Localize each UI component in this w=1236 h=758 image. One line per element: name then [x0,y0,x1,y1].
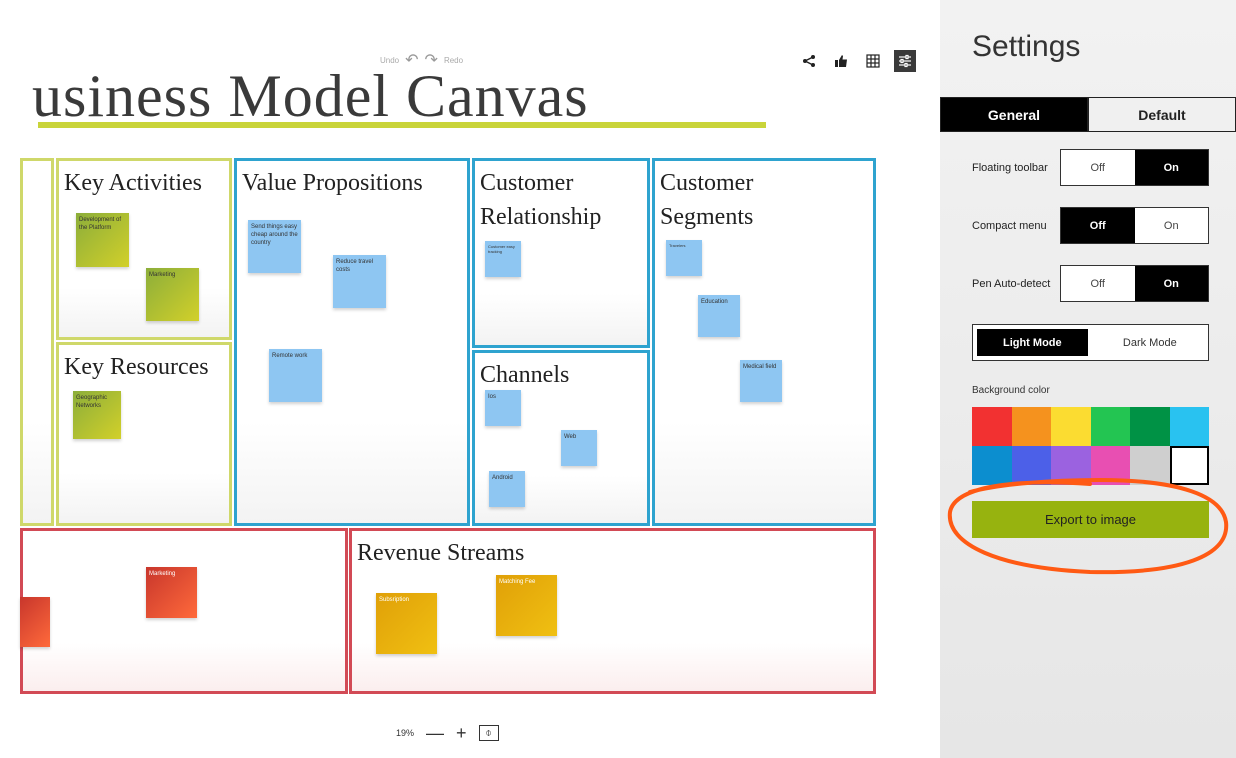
sticky-note[interactable]: Android [489,471,525,507]
zoom-out-button[interactable]: — [426,724,444,742]
sticky-note[interactable]: Reduce travel costs [333,255,386,308]
color-swatch[interactable] [1051,407,1091,446]
color-swatch[interactable] [1169,407,1209,446]
sticky-note[interactable]: Geographic Networks [73,391,121,439]
grid-icon[interactable] [862,50,884,72]
compact-menu-row: Compact menu Off On [972,207,1209,244]
color-swatch[interactable] [1130,407,1170,446]
sticky-note[interactable]: Marketing [146,268,199,321]
pen-auto-detect-label: Pen Auto-detect [972,277,1051,290]
tab-default[interactable]: Default [1088,97,1236,131]
floating-toolbar-row: Floating toolbar Off On [972,149,1209,186]
sticky-note[interactable]: Education [698,295,740,337]
block-key-partners[interactable] [20,158,54,526]
sticky-note[interactable]: Ios [485,390,521,426]
compact-menu-on[interactable]: On [1135,208,1209,243]
background-color-swatches [972,407,1209,485]
thumbs-up-icon[interactable] [830,50,852,72]
color-swatch[interactable] [1011,407,1051,446]
fit-to-screen-button[interactable]: ⌽ [478,725,499,741]
share-icon[interactable] [798,50,820,72]
color-swatch[interactable] [972,407,1012,446]
color-swatch[interactable] [1169,446,1209,485]
block-customer-segments[interactable]: Customer Segments [652,158,876,526]
settings-title: Settings [972,30,1081,63]
top-right-toolbar [798,50,916,72]
sticky-note[interactable]: Marketing [146,567,197,618]
color-swatch[interactable] [1130,446,1170,485]
sticky-note[interactable]: Travelers [666,240,702,276]
settings-sliders-icon[interactable] [894,50,916,72]
color-swatch[interactable] [1090,407,1130,446]
floating-toolbar-on[interactable]: On [1134,150,1208,185]
sticky-note[interactable] [20,597,50,647]
sticky-note[interactable]: Subsription [376,593,437,654]
sticky-note[interactable]: Medical field [740,360,782,402]
block-title: Revenue Streams [357,540,525,566]
title-underline [38,122,766,128]
sticky-note[interactable]: Remote work [269,349,322,402]
compact-menu-label: Compact menu [972,219,1047,232]
undo-label: Undo [380,55,400,65]
board-title: usiness Model Canvas [32,63,589,129]
block-value-propositions[interactable]: Value Propositions [234,158,470,526]
undo-redo-toolbar: Undo ↶ ↷ Redo [380,50,463,70]
pen-auto-detect-on[interactable]: On [1134,266,1208,301]
board-canvas[interactable]: usiness Model Canvas Undo ↶ ↷ Redo Key A… [0,0,940,758]
color-swatch[interactable] [1090,446,1130,485]
pen-auto-detect-row: Pen Auto-detect Off On [972,265,1209,302]
tab-general[interactable]: General [940,97,1088,131]
block-title: Customer Relationship [480,170,602,230]
floating-toolbar-label: Floating toolbar [972,161,1048,174]
block-title: Value Propositions [242,170,423,196]
theme-mode-toggle: Light Mode Dark Mode [972,324,1209,361]
sticky-note[interactable]: Web [561,430,597,466]
zoom-controls: 19% — + ⌽ [396,724,499,742]
block-title: Key Activities [64,170,202,196]
sticky-note[interactable]: Customer easy tracking [485,241,521,277]
pen-auto-detect-toggle: Off On [1060,265,1209,302]
floating-toolbar-toggle: Off On [1060,149,1209,186]
settings-tabs: General Default [940,97,1236,132]
redo-icon[interactable]: ↷ [425,50,438,70]
redo-label: Redo [443,55,464,65]
undo-icon[interactable]: ↶ [405,50,418,70]
background-color-label: Background color [972,385,1050,396]
color-swatch[interactable] [1011,446,1051,485]
color-swatch[interactable] [972,446,1012,485]
sticky-note[interactable]: Matching Fee [496,575,557,636]
color-swatch[interactable] [1051,446,1091,485]
zoom-in-button[interactable]: + [456,724,467,742]
sticky-note[interactable]: Development of the Platform [76,213,129,267]
dark-mode-button[interactable]: Dark Mode [1092,325,1208,360]
floating-toolbar-off[interactable]: Off [1061,150,1135,185]
sticky-note[interactable]: Send things easy cheap around the countr… [248,220,301,273]
block-title: Key Resources [64,354,209,380]
zoom-level: 19% [396,728,415,738]
settings-panel: Settings General Default Floating toolba… [940,0,1236,758]
export-to-image-button[interactable]: Export to image [972,501,1209,538]
pen-auto-detect-off[interactable]: Off [1061,266,1135,301]
compact-menu-off[interactable]: Off [1061,208,1135,243]
compact-menu-toggle: Off On [1060,207,1209,244]
light-mode-button[interactable]: Light Mode [977,329,1088,356]
block-title: Channels [480,362,570,388]
block-title: Customer Segments [660,170,754,230]
